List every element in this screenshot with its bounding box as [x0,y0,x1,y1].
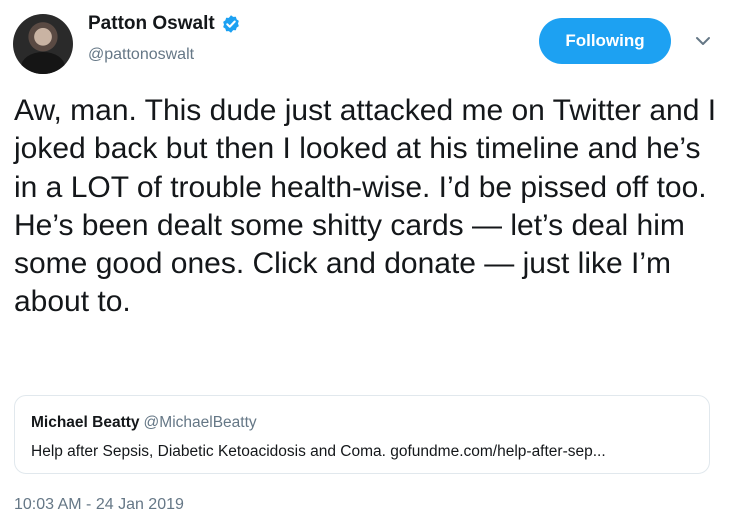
author-display-name[interactable]: Patton Oswalt [88,13,215,35]
author-name-row: Patton Oswalt [88,13,241,35]
tweet-text: Aw, man. This dude just attacked me on T… [14,94,717,319]
following-button[interactable]: Following [539,18,671,64]
quoted-tweet-text: Help after Sepsis, Diabetic Ketoacidosis… [31,443,606,460]
quoted-author-row: Michael Beatty @MichaelBeatty [31,414,257,432]
author-handle[interactable]: @pattonoswalt [88,46,194,64]
avatar[interactable] [13,14,73,74]
quoted-author-name: Michael Beatty [31,414,140,431]
chevron-down-icon[interactable] [692,34,714,48]
verified-badge-icon [222,15,239,33]
tweet-timestamp[interactable]: 10:03 AM - 24 Jan 2019 [14,496,184,514]
quoted-author-handle: @MichaelBeatty [143,414,257,431]
quoted-tweet-card[interactable]: Michael Beatty @MichaelBeatty Help after … [14,395,710,474]
